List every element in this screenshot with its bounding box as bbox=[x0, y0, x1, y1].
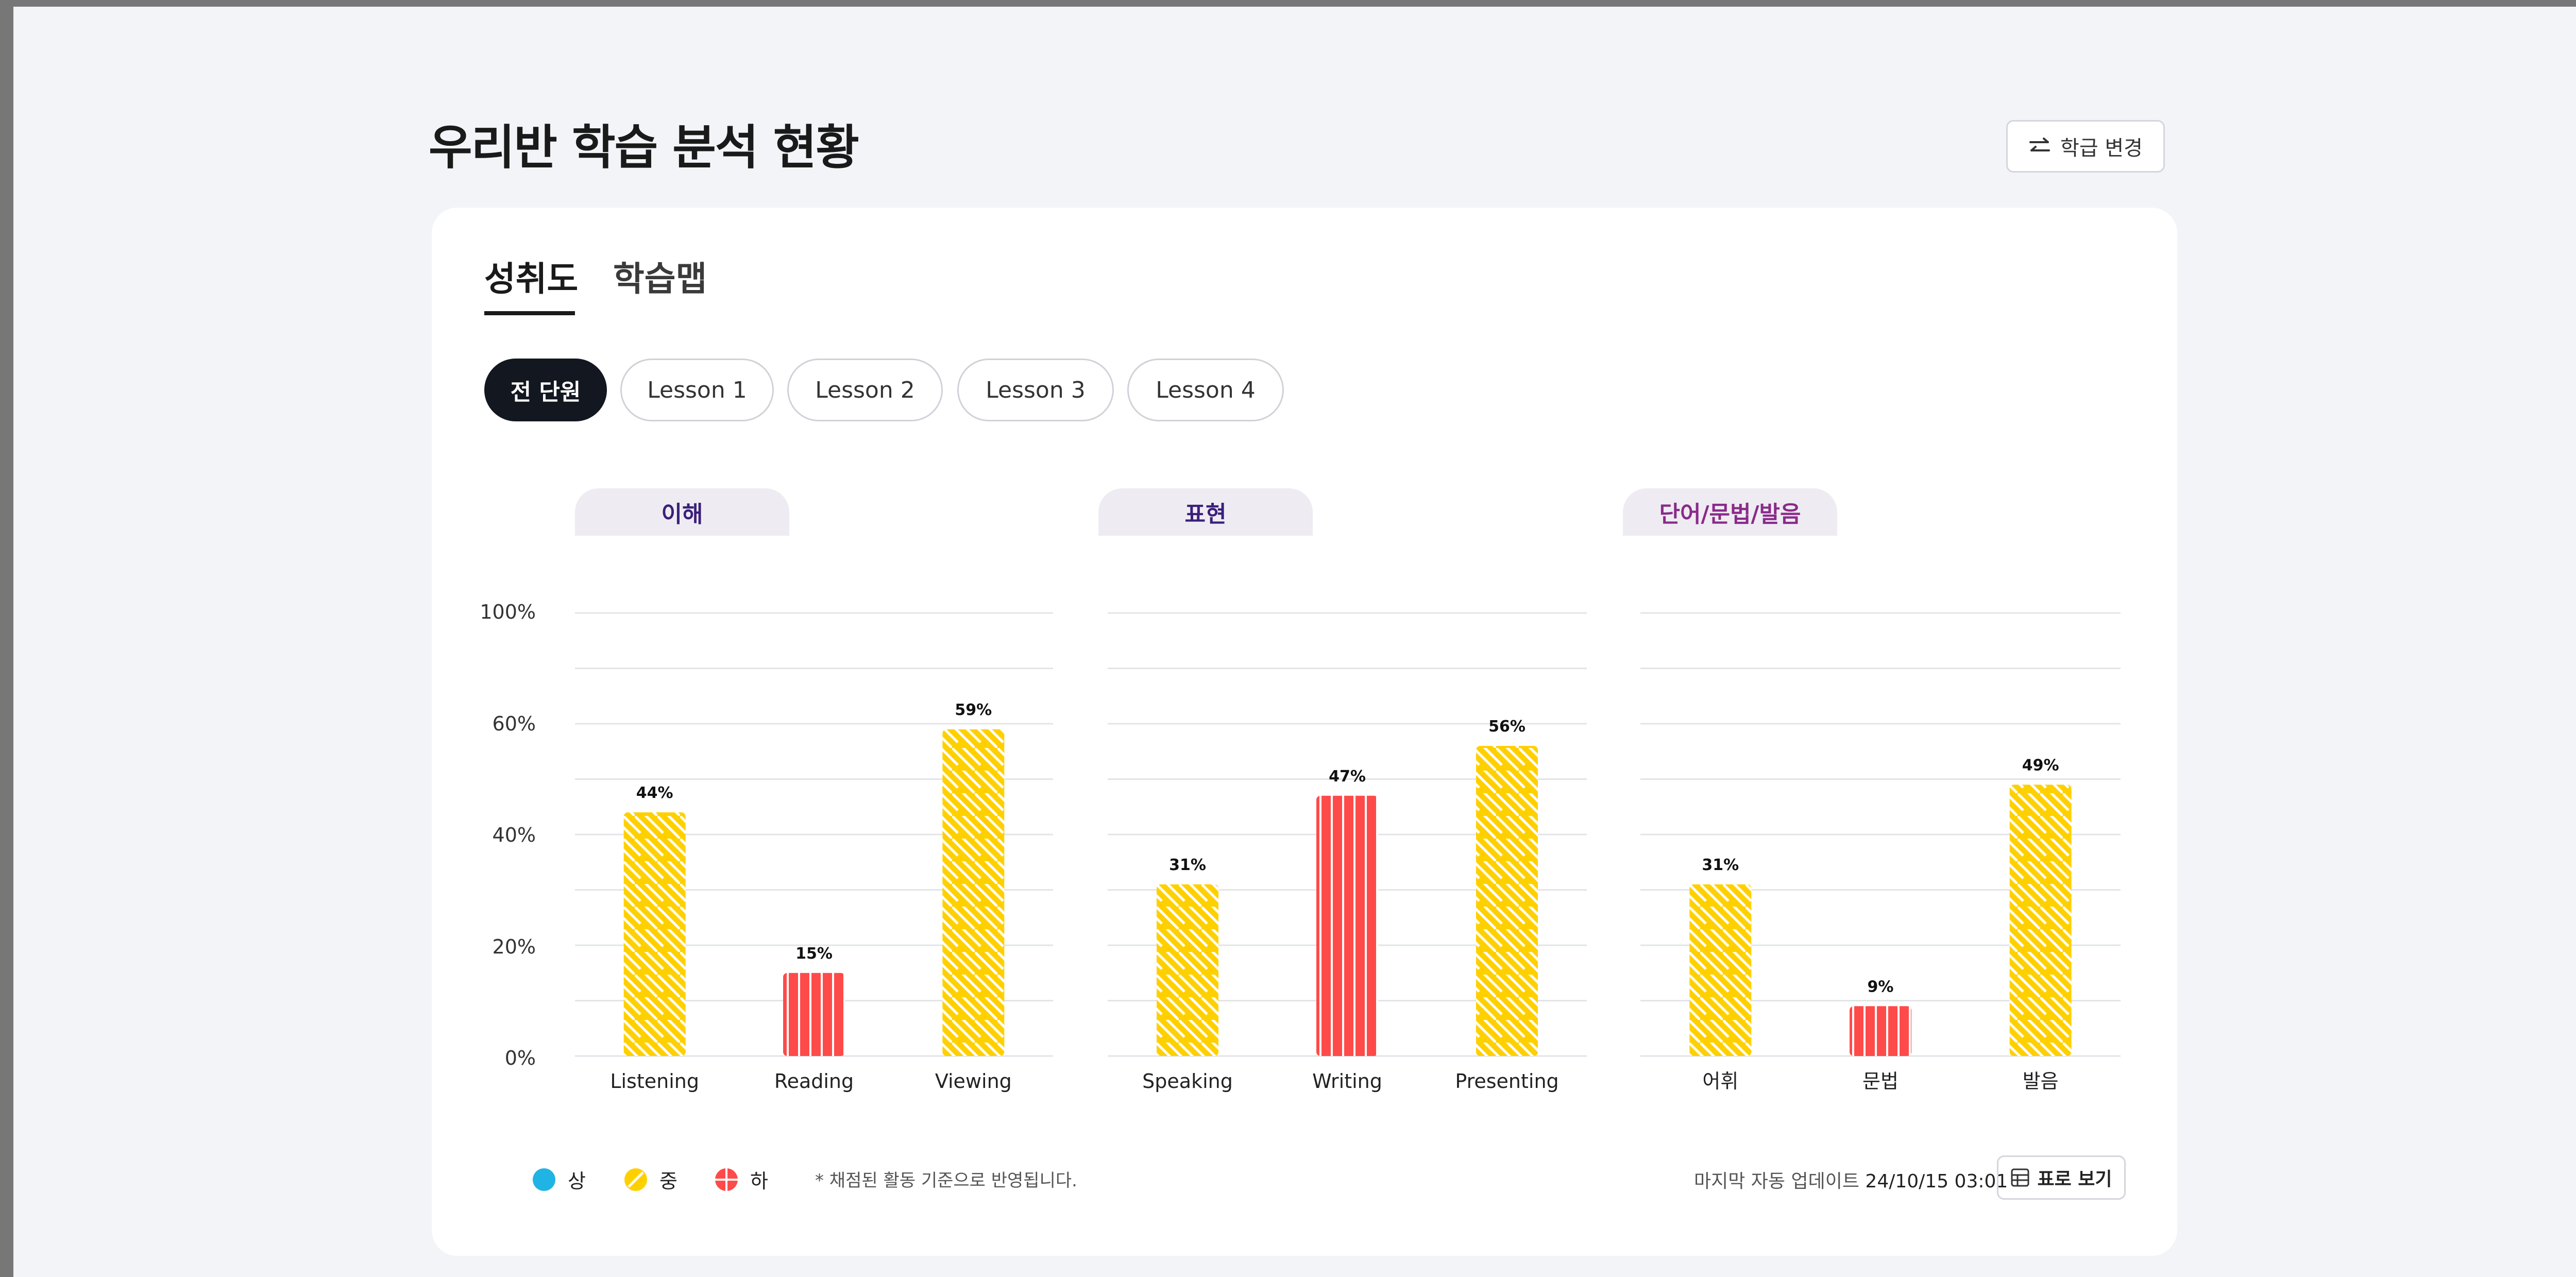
x-category-label: Speaking bbox=[1142, 1070, 1233, 1093]
table-view-button[interactable]: 표로 보기 bbox=[1997, 1155, 2126, 1200]
bar-listening bbox=[623, 812, 686, 1056]
bar-value-label: 59% bbox=[955, 701, 992, 719]
bar-문법 bbox=[1850, 1006, 1911, 1056]
high-level-icon bbox=[533, 1168, 555, 1191]
bar-presenting bbox=[1476, 746, 1538, 1056]
legend-mid-label: 중 bbox=[659, 1170, 677, 1193]
bar-value-label: 31% bbox=[1169, 856, 1206, 874]
bar-reading bbox=[783, 973, 845, 1056]
bar-value-label: 31% bbox=[1702, 856, 1739, 874]
bar-어휘 bbox=[1689, 884, 1752, 1056]
bar-발음 bbox=[2009, 785, 2072, 1056]
achievement-bar-chart: 44% Listening 15% Reading 59% Viewing 31% Speak… bbox=[575, 612, 2121, 1093]
bar-value-label: 47% bbox=[1329, 768, 1366, 786]
scoring-note: * 채점된 활동 기준으로 반영됩니다. bbox=[815, 1170, 1077, 1191]
bar-value-label: 15% bbox=[795, 945, 833, 963]
x-category-label: Writing bbox=[1312, 1070, 1382, 1093]
bar-value-label: 44% bbox=[636, 784, 673, 802]
table-icon bbox=[2011, 1168, 2029, 1187]
last-update-time: 24/10/15 03:01 bbox=[1865, 1171, 2008, 1192]
legend-mid: 중 bbox=[624, 1165, 677, 1194]
low-level-icon bbox=[715, 1168, 738, 1191]
x-category-label: 어휘 bbox=[1702, 1070, 1738, 1093]
x-category-label: 문법 bbox=[1862, 1070, 1899, 1093]
legend-high-label: 상 bbox=[568, 1170, 586, 1193]
bar-speaking bbox=[1157, 884, 1218, 1056]
bar-writing bbox=[1316, 795, 1378, 1056]
table-view-label: 표로 보기 bbox=[2037, 1169, 2112, 1190]
legend-low-label: 하 bbox=[750, 1170, 768, 1193]
mid-level-icon bbox=[624, 1168, 647, 1191]
x-category-label: Presenting bbox=[1455, 1070, 1558, 1093]
legend-low: 하 bbox=[715, 1165, 768, 1194]
x-category-label: Reading bbox=[774, 1070, 854, 1093]
last-update: 마지막 자동 업데이트 24/10/15 03:01 bbox=[1694, 1166, 2008, 1193]
bar-viewing bbox=[942, 729, 1005, 1056]
bar-value-label: 9% bbox=[1868, 978, 1894, 996]
x-category-label: Viewing bbox=[935, 1070, 1012, 1093]
last-update-prefix: 마지막 자동 업데이트 bbox=[1694, 1171, 1859, 1192]
x-category-label: 발음 bbox=[2023, 1070, 2059, 1093]
x-category-label: Listening bbox=[610, 1070, 699, 1093]
bar-value-label: 49% bbox=[2022, 756, 2059, 774]
bar-value-label: 56% bbox=[1488, 718, 1526, 736]
legend-high: 상 bbox=[533, 1165, 586, 1194]
